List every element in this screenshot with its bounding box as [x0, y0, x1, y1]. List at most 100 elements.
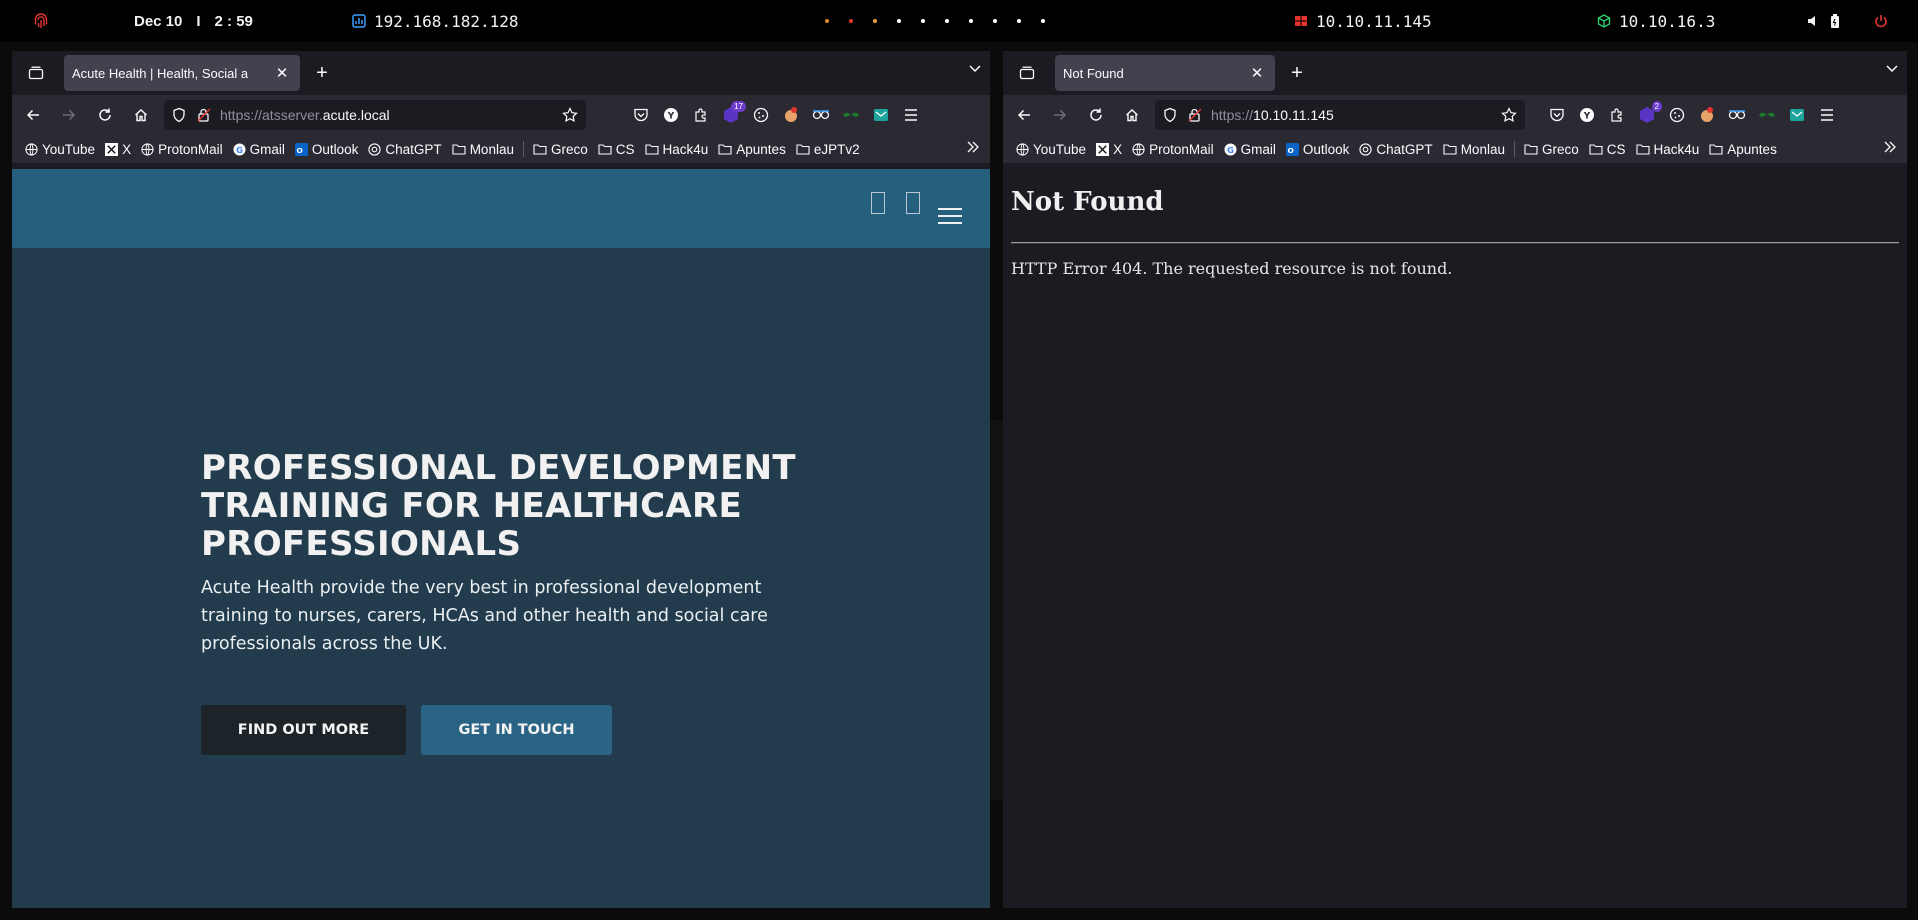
battery-icon[interactable]: [1830, 0, 1840, 42]
foxyproxy-icon[interactable]: [806, 100, 836, 130]
bookmark-chatgpt[interactable]: ChatGPT: [1354, 142, 1437, 157]
pocket-icon[interactable]: [626, 100, 656, 130]
tab-acute-health[interactable]: Acute Health | Health, Social a ✕: [64, 55, 300, 91]
bookmark-outlook[interactable]: O Outlook: [290, 142, 364, 157]
workspace-dot[interactable]: [945, 19, 949, 23]
bookmark-x[interactable]: X: [1091, 142, 1127, 157]
browser-window-right: Not Found ✕ + https://10.10.11.145 Y 2 Y…: [1003, 51, 1907, 908]
chatgpt-icon: [368, 142, 382, 156]
hackbar-extension-icon[interactable]: 2: [1632, 100, 1662, 130]
insecure-lock-icon[interactable]: [196, 107, 212, 123]
workspace-dot[interactable]: [1017, 19, 1021, 23]
mail-extension-icon[interactable]: [1782, 100, 1812, 130]
x-logo-icon: [1096, 142, 1110, 156]
reload-button[interactable]: [90, 100, 120, 130]
tab-bar: Acute Health | Health, Social a ✕ +: [12, 51, 990, 95]
workspace-dot[interactable]: [873, 19, 877, 23]
network-icon: [352, 14, 366, 28]
cookie-editor-icon[interactable]: [746, 100, 776, 130]
bookmark-gmail[interactable]: G Gmail: [1219, 142, 1281, 157]
address-bar[interactable]: https://atsserver.acute.local: [164, 100, 586, 130]
tab-overview-button[interactable]: [18, 55, 54, 91]
hackbar-extension-icon[interactable]: 17: [716, 100, 746, 130]
bookmark-folder-monlau[interactable]: Monlau: [447, 142, 519, 157]
bookmark-star-icon[interactable]: [1501, 107, 1517, 123]
bookmark-folder-apuntes[interactable]: Apuntes: [713, 142, 791, 157]
address-bar[interactable]: https://10.10.11.145: [1155, 100, 1525, 130]
bookmark-folder-monlau[interactable]: Monlau: [1438, 142, 1510, 157]
close-tab-icon[interactable]: ✕: [272, 64, 292, 82]
more-bookmarks-icon[interactable]: [966, 140, 980, 157]
extensions-puzzle-icon[interactable]: [1602, 100, 1632, 130]
bookmark-folder-greco[interactable]: Greco: [1519, 142, 1584, 157]
forward-button[interactable]: [1045, 100, 1075, 130]
hamburger-menu-icon[interactable]: [1812, 100, 1842, 130]
bookmark-gmail[interactable]: G Gmail: [228, 142, 290, 157]
broken-image-icon[interactable]: [871, 192, 885, 214]
bookmark-outlook[interactable]: O Outlook: [1281, 142, 1355, 157]
bookmark-folder-hack4u[interactable]: Hack4u: [640, 142, 714, 157]
bookmark-folder-ejptv2[interactable]: eJPTv2: [791, 142, 865, 157]
workspace-dot[interactable]: [969, 19, 973, 23]
list-all-tabs-icon[interactable]: [1885, 61, 1899, 80]
workspace-dot[interactable]: [849, 19, 853, 23]
cookie-editor-icon[interactable]: [1662, 100, 1692, 130]
close-tab-icon[interactable]: ✕: [1247, 64, 1267, 82]
broken-image-icon[interactable]: [906, 192, 920, 214]
tab-overview-button[interactable]: [1009, 55, 1045, 91]
home-button[interactable]: [1117, 100, 1147, 130]
yomi-extension-icon[interactable]: Y: [656, 100, 686, 130]
bookmark-chatgpt[interactable]: ChatGPT: [363, 142, 446, 157]
insecure-lock-icon[interactable]: [1187, 107, 1203, 123]
shield-icon[interactable]: [172, 107, 186, 123]
mustache-extension-icon[interactable]: [836, 100, 866, 130]
bookmark-protonmail[interactable]: ProtonMail: [1127, 142, 1219, 157]
bookmark-folder-hack4u[interactable]: Hack4u: [1631, 142, 1705, 157]
fingerprint-icon[interactable]: [34, 0, 48, 42]
power-icon[interactable]: [1874, 0, 1888, 42]
mustache-extension-icon[interactable]: [1752, 100, 1782, 130]
more-bookmarks-icon[interactable]: [1883, 140, 1897, 157]
bookmark-folder-apuntes[interactable]: Apuntes: [1704, 142, 1782, 157]
wappalyzer-icon[interactable]: [1692, 100, 1722, 130]
workspace-dot[interactable]: [921, 19, 925, 23]
reload-button[interactable]: [1081, 100, 1111, 130]
workspace-dot[interactable]: [897, 19, 901, 23]
back-button[interactable]: [1009, 100, 1039, 130]
bookmark-folder-greco[interactable]: Greco: [528, 142, 593, 157]
mail-extension-icon[interactable]: [866, 100, 896, 130]
shield-icon[interactable]: [1163, 107, 1177, 123]
extensions-puzzle-icon[interactable]: [686, 100, 716, 130]
workspace-indicator[interactable]: [815, 0, 1055, 42]
bookmark-star-icon[interactable]: [562, 107, 578, 123]
bookmark-x[interactable]: X: [100, 142, 136, 157]
pocket-icon[interactable]: [1542, 100, 1572, 130]
bookmark-youtube[interactable]: YouTube: [1011, 142, 1091, 157]
hamburger-menu-icon[interactable]: [896, 100, 926, 130]
back-button[interactable]: [18, 100, 48, 130]
new-tab-button[interactable]: +: [1281, 57, 1313, 89]
bookmark-folder-cs[interactable]: CS: [1584, 142, 1631, 157]
reload-icon: [1090, 108, 1102, 121]
target-ip-text: 10.10.11.145: [1316, 11, 1432, 31]
home-button[interactable]: [126, 100, 156, 130]
yomi-extension-icon[interactable]: Y: [1572, 100, 1602, 130]
bookmark-protonmail[interactable]: ProtonMail: [136, 142, 228, 157]
foxyproxy-icon[interactable]: [1722, 100, 1752, 130]
folder-icon: [718, 143, 732, 155]
site-menu-icon[interactable]: [938, 208, 962, 229]
workspace-dot[interactable]: [825, 19, 829, 23]
workspace-dot[interactable]: [1041, 19, 1045, 23]
bookmark-youtube[interactable]: YouTube: [20, 142, 100, 157]
bookmark-folder-cs[interactable]: CS: [593, 142, 640, 157]
wappalyzer-icon[interactable]: [776, 100, 806, 130]
find-out-more-button[interactable]: FIND OUT MORE: [201, 705, 406, 755]
workspace-dot[interactable]: [993, 19, 997, 23]
get-in-touch-button[interactable]: GET IN TOUCH: [421, 705, 612, 755]
volume-icon[interactable]: [1806, 0, 1820, 42]
clock-separator: I: [196, 12, 201, 30]
list-all-tabs-icon[interactable]: [968, 61, 982, 80]
forward-button[interactable]: [54, 100, 84, 130]
new-tab-button[interactable]: +: [306, 57, 338, 89]
tab-not-found[interactable]: Not Found ✕: [1055, 55, 1275, 91]
